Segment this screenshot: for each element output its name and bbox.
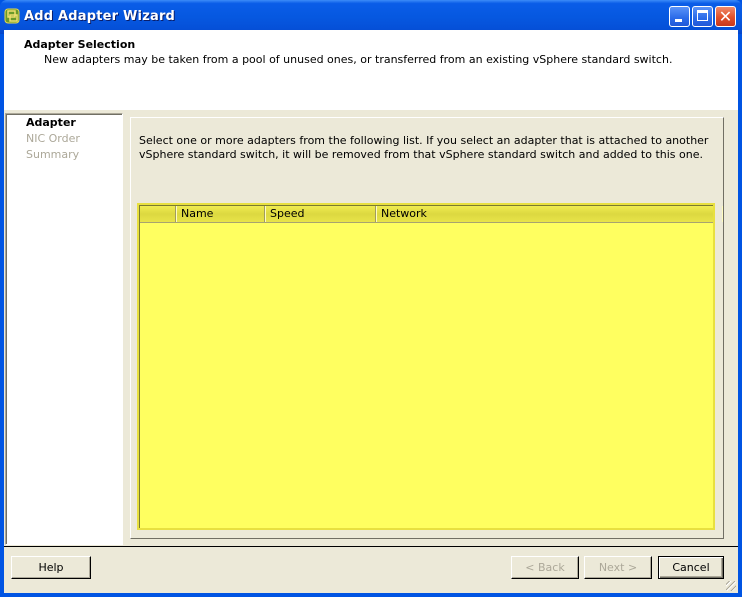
table-header: Name Speed Network — [140, 206, 713, 223]
column-header-network[interactable]: Network — [376, 206, 722, 222]
help-button[interactable]: Help — [11, 556, 91, 579]
window-title: Add Adapter Wizard — [24, 9, 176, 24]
minimize-button[interactable] — [669, 6, 690, 27]
wizard-body: Adapter Selection New adapters may be ta… — [4, 30, 738, 593]
vsphere-app-icon — [4, 8, 20, 24]
header-divider — [4, 109, 738, 110]
column-header-speed[interactable]: Speed — [265, 206, 376, 222]
page-description: New adapters may be taken from a pool of… — [44, 53, 673, 66]
footer-divider — [4, 546, 738, 547]
title-bar[interactable]: Add Adapter Wizard ✕ — [0, 0, 742, 34]
adapter-table[interactable]: Name Speed Network — [137, 203, 715, 530]
minimize-icon — [675, 19, 682, 22]
adapter-table-frame: Name Speed Network — [139, 205, 713, 528]
close-button[interactable]: ✕ — [715, 6, 736, 27]
add-adapter-wizard-window: Add Adapter Wizard ✕ Adapter Selection N… — [0, 0, 742, 597]
column-header-name[interactable]: Name — [176, 206, 265, 222]
step-adapter[interactable]: Adapter — [26, 116, 76, 129]
maximize-icon — [697, 10, 708, 21]
cancel-button[interactable]: Cancel — [658, 556, 724, 579]
next-button: Next > — [584, 556, 652, 579]
close-icon: ✕ — [718, 7, 733, 26]
wizard-steps-panel: Adapter NIC Order Summary — [5, 113, 123, 545]
step-nic-order: NIC Order — [26, 132, 80, 145]
column-header-select[interactable] — [140, 206, 176, 222]
back-button: < Back — [511, 556, 579, 579]
content-panel: Select one or more adapters from the fol… — [130, 117, 724, 539]
maximize-button[interactable] — [692, 6, 713, 27]
step-summary: Summary — [26, 148, 80, 161]
resize-grip[interactable] — [726, 581, 736, 591]
page-title: Adapter Selection — [24, 38, 136, 51]
wizard-header: Adapter Selection New adapters may be ta… — [4, 30, 738, 110]
instructions-text: Select one or more adapters from the fol… — [139, 134, 709, 161]
